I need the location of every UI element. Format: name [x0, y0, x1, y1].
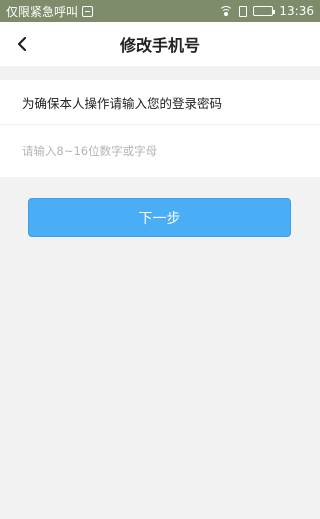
- status-left: 仅限紧急呼叫: [6, 3, 94, 20]
- carrier-text: 仅限紧急呼叫: [6, 4, 79, 19]
- status-right: 13:36: [219, 4, 314, 18]
- chevron-left-icon: [17, 37, 27, 51]
- battery-icon: [253, 6, 276, 16]
- password-input[interactable]: [22, 144, 292, 158]
- page-title: 修改手机号: [119, 36, 200, 55]
- status-time: 13:36: [279, 4, 314, 18]
- password-field-row: [0, 125, 320, 177]
- status-bar: 仅限紧急呼叫 13:36: [0, 0, 320, 22]
- next-button[interactable]: 下一步: [28, 198, 291, 237]
- header: 修改手机号: [0, 22, 320, 66]
- phone-lock-icon: [239, 5, 248, 17]
- back-button[interactable]: [10, 32, 34, 56]
- password-prompt: 为确保本人操作请输入您的登录密码: [0, 80, 320, 124]
- sim-icon: [82, 5, 94, 17]
- wifi-icon: [219, 6, 234, 16]
